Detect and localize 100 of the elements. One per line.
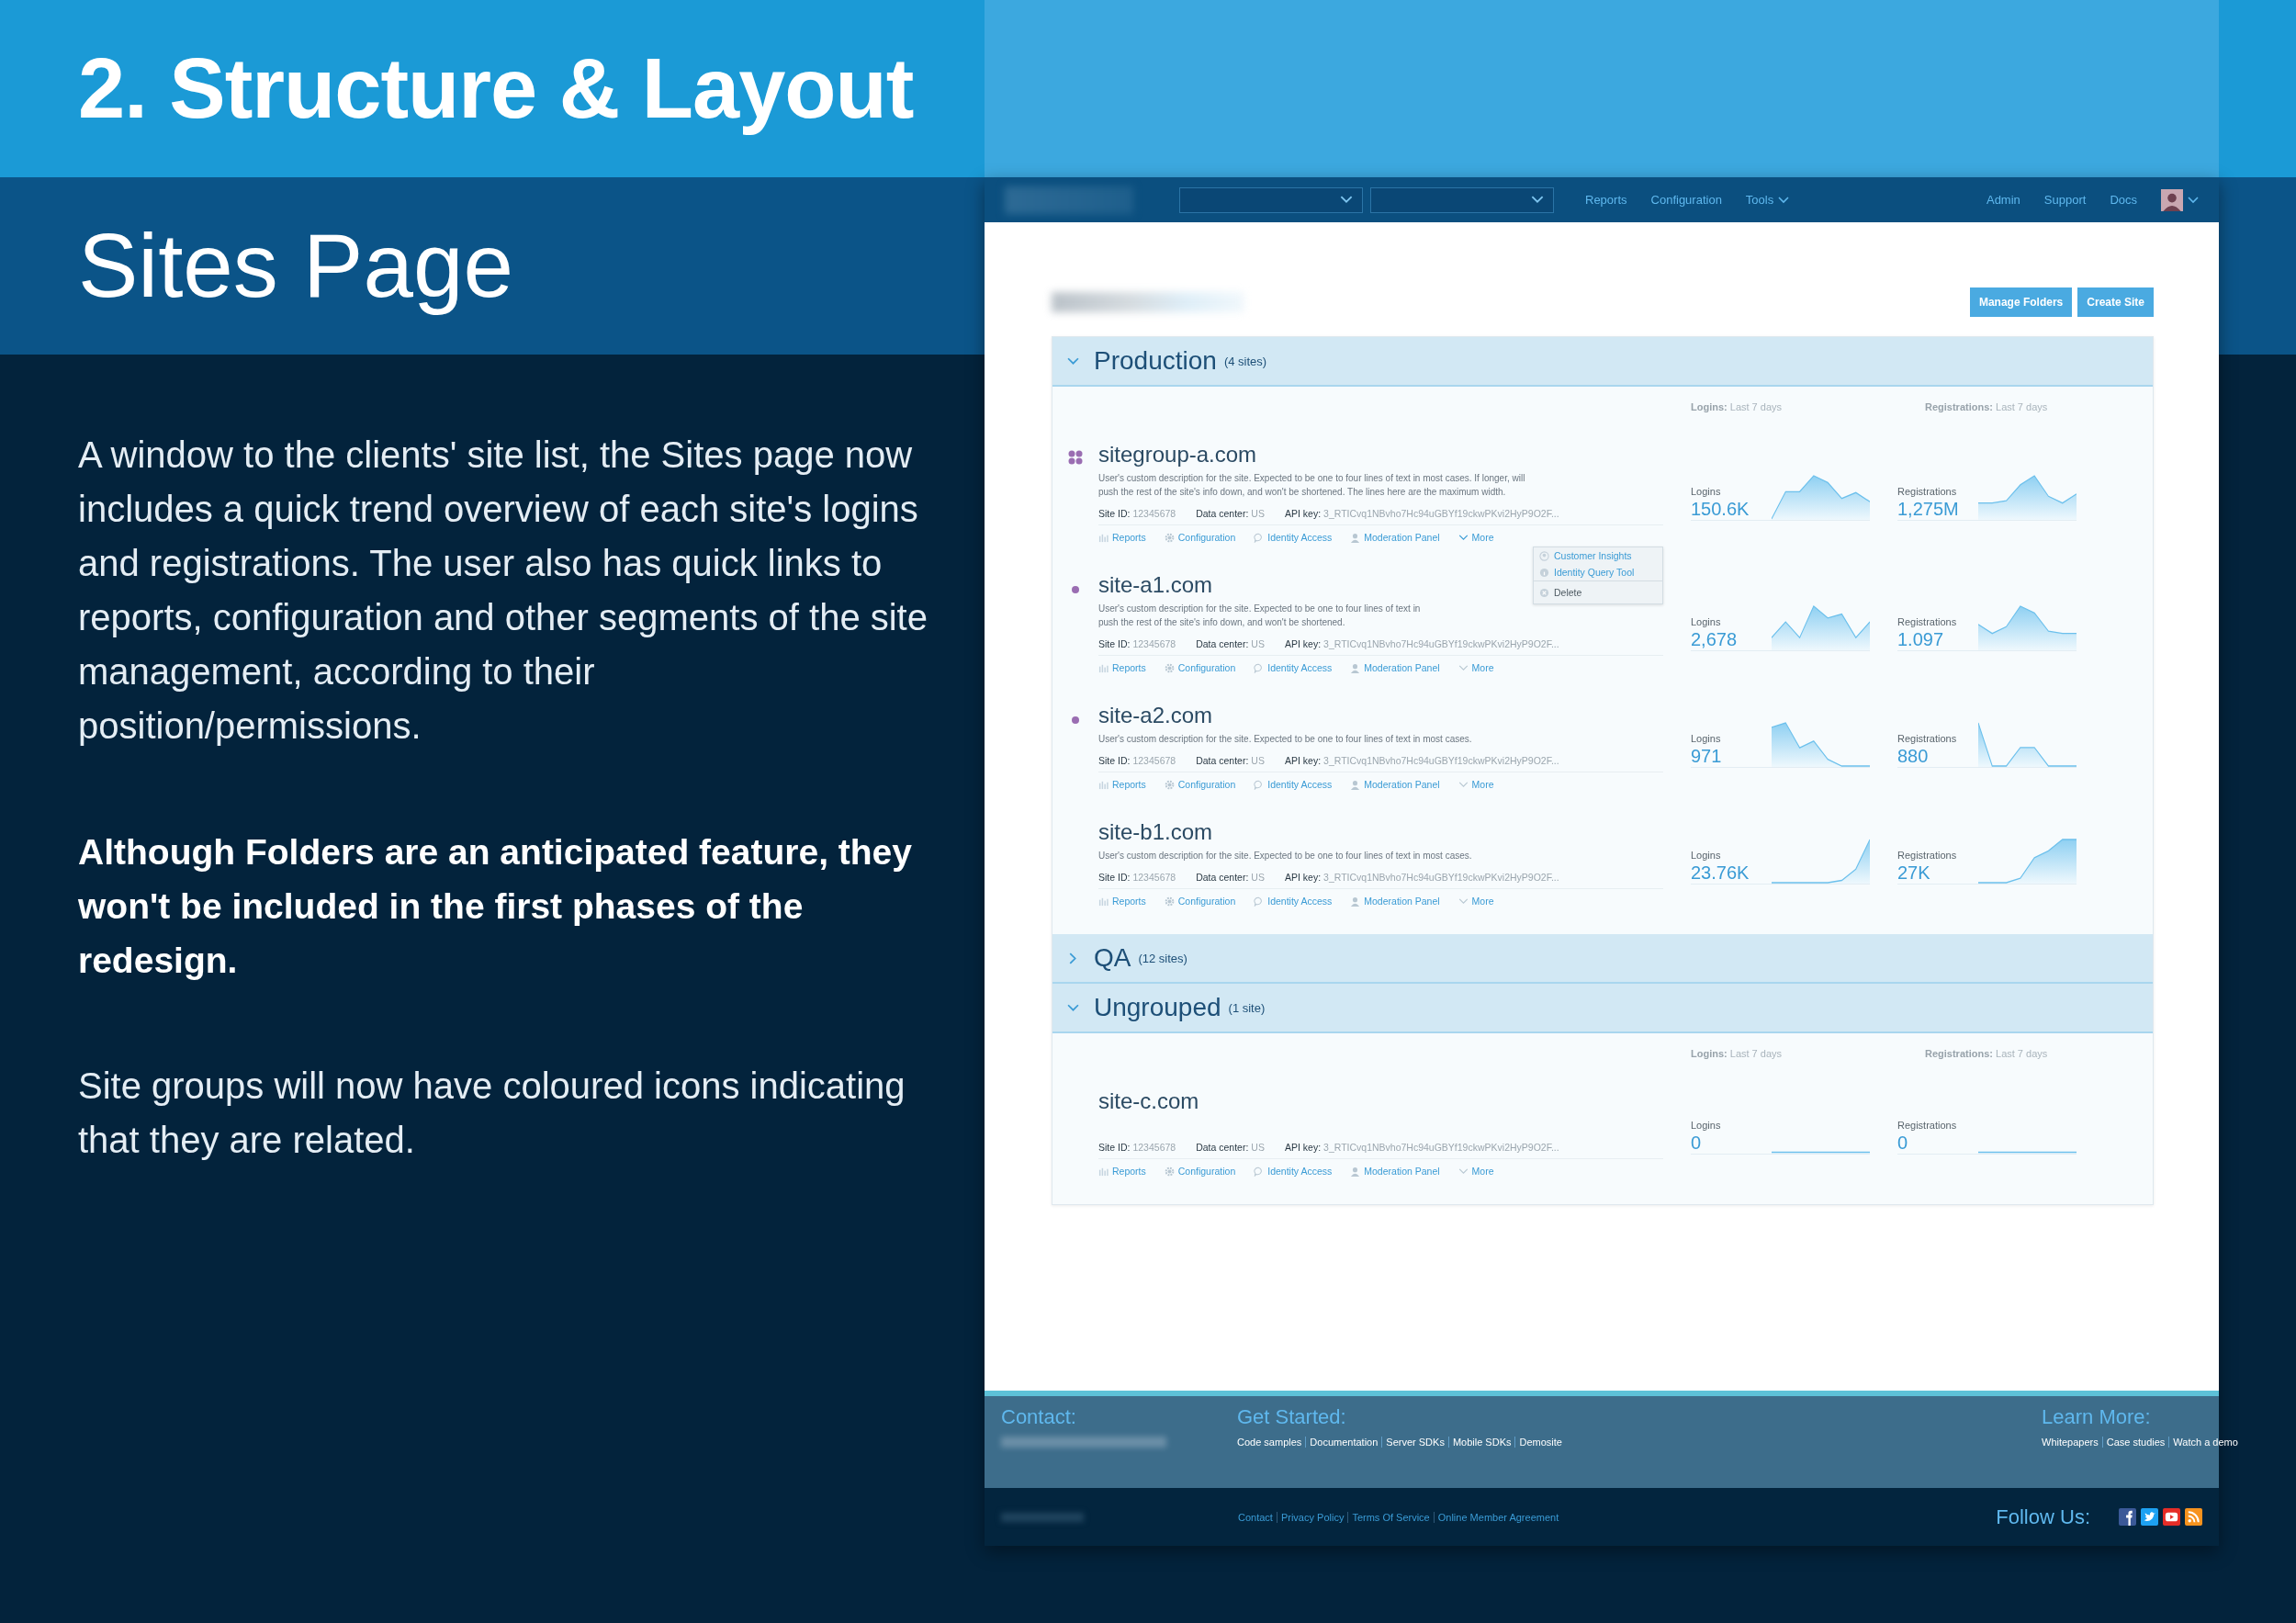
footer-link[interactable]: Mobile SDKs [1447, 1437, 1515, 1448]
slide-paragraph: A window to the clients' site list, the Sites page now includes a quick trend overview of each site's logins and registrations. The user also has quick links to reports, configuration and other segments of the site management, according to their position/permissions. [78, 434, 929, 748]
quick-link[interactable]: Identity Access [1254, 532, 1333, 543]
footer-link[interactable]: Privacy Policy [1276, 1511, 1348, 1523]
quick-link[interactable]: More [1458, 662, 1494, 673]
bar-chart-icon [1098, 896, 1109, 907]
quick-link[interactable]: Moderation Panel [1350, 1166, 1440, 1177]
metric-label: Logins [1691, 850, 1722, 861]
action-button[interactable]: Manage Folders [1969, 287, 2073, 317]
site-name[interactable]: site-c.com [1098, 1088, 1199, 1114]
footer-link[interactable]: Case studies [2101, 1437, 2169, 1448]
quick-link[interactable]: Moderation Panel [1350, 896, 1440, 907]
metric-label: Logins [1691, 486, 1722, 497]
quick-link[interactable]: Identity Access [1254, 1166, 1333, 1177]
quick-link[interactable]: Identity Access [1254, 896, 1333, 907]
quick-link[interactable]: More [1458, 896, 1494, 907]
site-description: push the rest of the site's info down, and won't be shortened. The lines here are the maximum width. [1098, 486, 1506, 499]
site-name[interactable]: site-a2.com [1098, 703, 1213, 728]
nav-link[interactable]: Configuration [1650, 193, 1722, 207]
site-name[interactable]: site-a1.com [1098, 572, 1213, 598]
quick-link[interactable]: Configuration [1164, 896, 1236, 907]
footer-link[interactable]: Demosite [1514, 1437, 1566, 1448]
footer-link[interactable]: Whitepapers [2042, 1437, 2102, 1448]
field-label: Site ID: [1098, 1142, 1131, 1153]
footer-link[interactable]: Contact [1238, 1511, 1277, 1523]
field-value: US [1251, 755, 1265, 766]
group-header[interactable]: Ungrouped (1 site) [1052, 984, 2153, 1033]
quick-link[interactable]: Reports [1098, 896, 1146, 907]
quick-link[interactable]: Configuration [1164, 532, 1236, 543]
chevron-down-icon[interactable] [2188, 196, 2199, 204]
quick-link[interactable]: Identity Access [1254, 779, 1333, 790]
metric-label: Logins [1691, 1120, 1722, 1131]
field-value: US [1251, 508, 1265, 519]
metric-label: Registrations [1897, 616, 1958, 627]
social-icon[interactable] [2141, 1508, 2158, 1526]
chevron-icon [1069, 952, 1077, 964]
avatar-icon[interactable] [2161, 188, 2183, 211]
field-label: Data center: [1196, 755, 1249, 766]
quick-link[interactable]: More [1458, 779, 1494, 790]
menu-item[interactable]: Delete [1534, 580, 1662, 603]
person-circle-icon [1539, 550, 1549, 561]
group-header[interactable]: QA (12 sites) [1052, 934, 2153, 984]
footer-link[interactable]: Watch a demo [2168, 1437, 2242, 1448]
group-header[interactable]: Production (4 sites) [1052, 337, 2153, 387]
metric-value: 0 [1691, 1133, 1703, 1154]
nav-link[interactable]: Support [2043, 193, 2087, 207]
rss-icon[interactable] [2185, 1508, 2202, 1526]
nav-link[interactable]: Docs [2110, 193, 2137, 207]
quick-link[interactable]: Configuration [1164, 779, 1236, 790]
metric-header: Logins: Last 7 days [1691, 401, 1784, 412]
site-name[interactable]: site-b1.com [1098, 819, 1213, 845]
quick-link[interactable]: More [1458, 532, 1494, 543]
chevron-down-icon [1458, 898, 1469, 904]
action-button[interactable]: Create Site [2077, 287, 2154, 317]
quick-link[interactable]: Reports [1098, 532, 1146, 543]
field-label: Site ID: [1098, 872, 1131, 883]
quick-link[interactable]: Configuration [1164, 1166, 1236, 1177]
delete-icon [1539, 587, 1549, 598]
chevron-down-icon [1458, 665, 1469, 671]
metric-label: Logins [1691, 733, 1722, 744]
field-value: 12345678 [1132, 508, 1176, 519]
metric-value: 880 [1897, 746, 1930, 767]
metric-header: Logins: Last 7 days [1691, 1048, 1784, 1059]
quick-link[interactable]: Moderation Panel [1350, 779, 1440, 790]
quick-link[interactable]: Identity Access [1254, 662, 1333, 673]
menu-item[interactable]: Identity Query Tool [1534, 564, 1662, 580]
footer-link[interactable]: Server SDKs [1381, 1437, 1448, 1448]
footer-link[interactable]: Code samples [1237, 1437, 1306, 1448]
group-count: (4 sites) [1223, 354, 1267, 368]
quick-link[interactable]: More [1458, 1166, 1494, 1177]
quick-link[interactable]: Moderation Panel [1350, 532, 1440, 543]
group-name: QA [1094, 943, 1131, 973]
menu-item[interactable]: Customer Insights [1534, 547, 1662, 564]
quick-link[interactable]: Reports [1098, 662, 1146, 673]
person-icon [1350, 896, 1361, 907]
quick-link[interactable]: Reports [1098, 779, 1146, 790]
quick-link[interactable]: Configuration [1164, 662, 1236, 673]
nav-link[interactable]: Admin [1986, 193, 2020, 207]
footer-link[interactable]: Online Member Agreement [1433, 1511, 1563, 1523]
metric-value: 1.097 [1897, 629, 1945, 650]
metric-header: Registrations: Last 7 days [1925, 1048, 2049, 1059]
footer-link[interactable]: Documentation [1305, 1437, 1382, 1448]
field-value: 3_RTICvq1NBvho7Hc94uGBYf19ckwPKvi2HyP9O2F... [1323, 755, 1559, 766]
quick-link[interactable]: Reports [1098, 1166, 1146, 1177]
field-label: API key: [1284, 638, 1322, 649]
footer-link[interactable]: Terms Of Service [1347, 1511, 1434, 1523]
group-name: Ungrouped [1094, 993, 1221, 1022]
play-icon[interactable] [2163, 1508, 2180, 1526]
social-icon[interactable] [2119, 1508, 2136, 1526]
field-label: API key: [1284, 1142, 1322, 1153]
quick-link[interactable]: Moderation Panel [1350, 662, 1440, 673]
field-value: 3_RTICvq1NBvho7Hc94uGBYf19ckwPKvi2HyP9O2F... [1323, 1142, 1559, 1153]
footer-heading: Contact: [1001, 1405, 1077, 1429]
nav-link[interactable]: Tools [1745, 193, 1790, 207]
metric-header: Registrations: Last 7 days [1925, 401, 2049, 412]
site-name[interactable]: sitegroup-a.com [1098, 442, 1257, 468]
nav-link[interactable]: Reports [1585, 193, 1627, 207]
gear-icon [1164, 896, 1175, 907]
field-label: Site ID: [1098, 638, 1131, 649]
chevron-down-icon [1458, 535, 1469, 540]
